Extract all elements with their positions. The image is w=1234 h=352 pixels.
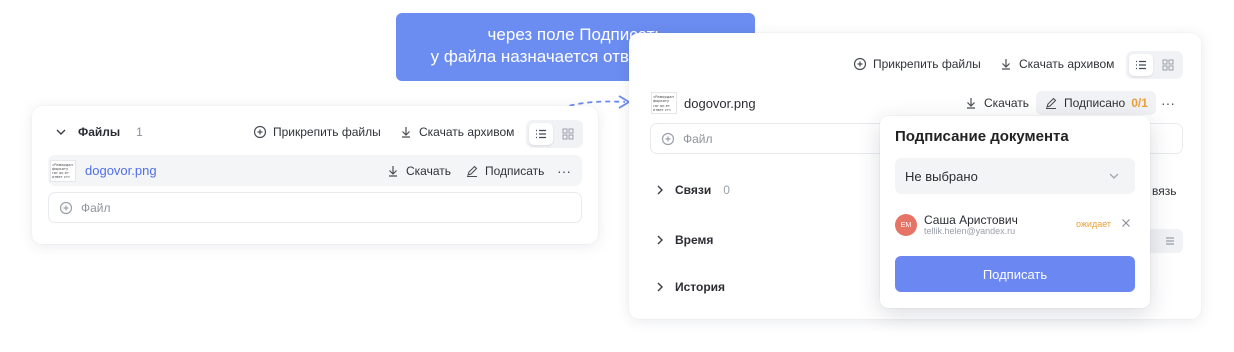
section-title: Связи: [675, 183, 712, 197]
more-options-icon[interactable]: ···: [1161, 95, 1175, 111]
view-toggle: [1126, 51, 1183, 79]
download-archive-button[interactable]: Скачать архивом: [999, 57, 1114, 71]
download-file-button[interactable]: Скачать: [964, 96, 1029, 110]
sign-button[interactable]: Подписать: [895, 256, 1135, 292]
file-thumbnail: «Рамордан форкату гог ок ет ответ ст»: [651, 92, 677, 114]
time-toggle-partial[interactable]: [1145, 229, 1183, 253]
section-time[interactable]: Время: [653, 233, 713, 247]
partial-link-text[interactable]: вязь: [1152, 184, 1177, 198]
download-icon: [399, 125, 413, 139]
file-field-placeholder: Файл: [81, 200, 111, 215]
list-view-icon[interactable]: [1129, 54, 1153, 76]
popover-title: Подписание документа: [895, 128, 1069, 145]
download-archive-label: Скачать архивом: [419, 125, 515, 139]
attach-plus-icon: [253, 125, 267, 139]
signer-status-badge: ожидает: [1076, 219, 1112, 229]
section-count: 0: [723, 183, 730, 197]
sign-file-label: Подписать: [485, 163, 545, 178]
file-thumbnail: «Рамордан форкату гог ок ет ответ ст»: [50, 159, 76, 182]
file-field-placeholder: Файл: [683, 131, 713, 146]
file-name-link[interactable]: dogovor.png: [85, 163, 157, 178]
download-icon: [964, 96, 978, 110]
sign-file-button[interactable]: Подписать: [465, 164, 544, 178]
file-row[interactable]: «Рамордан форкату гог ок ет ответ ст» do…: [651, 91, 1181, 115]
signed-count: 0/1: [1131, 96, 1148, 110]
signed-label: Подписано: [1064, 96, 1126, 110]
attach-files-label: Прикрепить файлы: [273, 125, 381, 139]
attach-files-button[interactable]: Прикрепить файлы: [253, 125, 381, 139]
pen-icon: [1044, 96, 1058, 110]
files-header: Файлы 1: [54, 125, 143, 139]
chevron-right-icon: [653, 233, 667, 247]
chevron-right-icon: [653, 183, 667, 197]
select-value: Не выбрано: [905, 168, 978, 184]
download-file-label: Скачать: [406, 163, 451, 178]
add-circle-icon: [661, 132, 675, 146]
download-file-button[interactable]: Скачать: [386, 164, 451, 178]
download-icon: [386, 164, 400, 178]
section-links[interactable]: Связи 0: [653, 183, 730, 197]
grid-view-icon[interactable]: [1156, 54, 1180, 76]
attach-plus-icon: [853, 57, 867, 71]
signer-name: Саша Аристович: [924, 213, 1018, 227]
attach-files-label: Прикрепить файлы: [873, 57, 981, 71]
sign-document-popover: Подписание документа Не выбрано ЕМ Саша …: [880, 116, 1150, 308]
file-input-field[interactable]: Файл: [48, 192, 582, 223]
files-count: 1: [136, 125, 143, 139]
chevron-down-icon: [1107, 169, 1121, 183]
signer-email: tellik.helen@yandex.ru: [924, 226, 1016, 236]
lines-icon: [1166, 237, 1174, 245]
download-file-label: Скачать: [984, 96, 1029, 110]
attach-files-button[interactable]: Прикрепить файлы: [853, 57, 981, 71]
download-icon: [999, 57, 1013, 71]
signed-status-button[interactable]: Подписано 0/1: [1036, 91, 1156, 115]
file-name[interactable]: dogovor.png: [684, 96, 756, 111]
chevron-down-icon[interactable]: [54, 125, 68, 139]
section-history[interactable]: История: [653, 280, 725, 294]
file-row[interactable]: «Рамордан форкату гог ок ет ответ ст» do…: [48, 155, 582, 186]
download-archive-label: Скачать архивом: [1019, 57, 1115, 71]
download-archive-button[interactable]: Скачать архивом: [399, 125, 514, 139]
close-icon[interactable]: [1121, 217, 1131, 231]
section-title: Время: [675, 233, 714, 247]
add-circle-icon: [59, 201, 73, 215]
files-panel-left: Файлы 1 Прикрепить файлы Скачать архивом…: [32, 106, 598, 244]
list-view-icon[interactable]: [529, 123, 553, 145]
more-options-icon[interactable]: ···: [557, 163, 571, 179]
section-title: История: [675, 280, 726, 294]
avatar: ЕМ: [895, 214, 917, 236]
view-toggle: [526, 120, 583, 148]
chevron-right-icon: [653, 280, 667, 294]
signer-select[interactable]: Не выбрано: [895, 158, 1135, 194]
grid-view-icon[interactable]: [556, 123, 580, 145]
pen-icon: [465, 164, 479, 178]
files-title: Файлы: [78, 125, 121, 139]
